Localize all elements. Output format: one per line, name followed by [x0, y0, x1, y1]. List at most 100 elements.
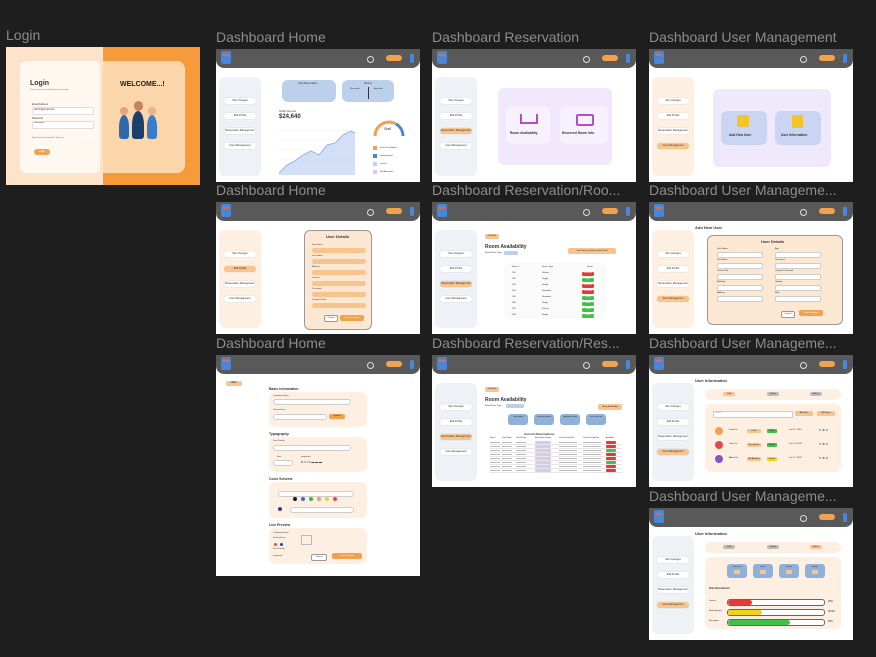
- phone-icon[interactable]: [410, 360, 414, 369]
- logout-button[interactable]: [602, 208, 618, 214]
- logout-button[interactable]: [602, 55, 618, 61]
- sidebar-item-reservation[interactable]: Reservation Management: [657, 587, 689, 593]
- sidebar-item-site-changes[interactable]: Site Changes: [440, 251, 472, 257]
- contact-input[interactable]: [312, 281, 366, 286]
- tab-admin[interactable]: Admin: [810, 545, 822, 549]
- save-changes-button[interactable]: Save Changes: [340, 315, 364, 321]
- all-roles-button[interactable]: All Roles: [795, 411, 813, 416]
- logout-button[interactable]: [602, 361, 618, 367]
- user-icon[interactable]: [583, 362, 590, 369]
- sidebar-item-reservation[interactable]: Reservation Management: [657, 128, 689, 134]
- user-icon[interactable]: [583, 56, 590, 63]
- room-type-select[interactable]: [504, 251, 518, 255]
- form-input[interactable]: [717, 262, 763, 269]
- sidebar-item-edit-profile[interactable]: Edit Profile: [657, 113, 689, 119]
- sidebar-item-edit-profile[interactable]: Edit Profile: [440, 419, 472, 425]
- logout-button[interactable]: [386, 55, 402, 61]
- sidebar-item-reservation[interactable]: Reservation Management: [224, 128, 256, 134]
- sidebar-item-reservation[interactable]: Reservation Management: [440, 281, 472, 287]
- color-swatch[interactable]: [301, 497, 305, 501]
- first-name-input[interactable]: [312, 248, 366, 253]
- sidebar-item-edit-profile[interactable]: Edit Profile: [440, 266, 472, 272]
- all-status-button[interactable]: All Status: [817, 411, 835, 416]
- cancel-button[interactable]: Cancel: [781, 311, 795, 318]
- sidebar-item-edit-profile[interactable]: Edit Profile: [440, 113, 472, 119]
- phone-icon[interactable]: [626, 54, 630, 63]
- sidebar-item-reservation[interactable]: Reservation Management: [657, 434, 689, 440]
- sidebar-item-user-management[interactable]: User Management: [224, 143, 256, 149]
- save-changes-button[interactable]: Save Changes: [332, 553, 362, 559]
- sidebar-item-site-changes[interactable]: Site Changes: [440, 404, 472, 410]
- row-actions-icon[interactable]: ✎ ⊗ ⊙: [819, 456, 828, 460]
- row-actions-icon[interactable]: ✎ ⊗ ⊙: [819, 428, 828, 432]
- logout-button[interactable]: [819, 208, 835, 214]
- sidebar-item-reservation[interactable]: Reservation Management: [440, 434, 472, 440]
- sidebar-item-site-changes[interactable]: Site Changes: [440, 98, 472, 104]
- last-name-input[interactable]: [312, 259, 366, 264]
- form-input[interactable]: [775, 262, 821, 269]
- phone-icon[interactable]: [843, 207, 847, 216]
- color-swatch[interactable]: [317, 497, 321, 501]
- color-swatch[interactable]: [293, 497, 297, 501]
- logout-button[interactable]: [819, 55, 835, 61]
- sidebar-item-edit-profile[interactable]: Edit Profile: [224, 113, 256, 119]
- sidebar-item-site-changes[interactable]: Site Changes: [224, 98, 256, 104]
- phone-icon[interactable]: [843, 360, 847, 369]
- sidebar-item-user-management[interactable]: User Management: [657, 602, 689, 608]
- color-swatch[interactable]: [309, 497, 313, 501]
- phone-icon[interactable]: [626, 207, 630, 216]
- color-swatch[interactable]: [325, 497, 329, 501]
- sidebar-item-user-management[interactable]: User Management: [440, 143, 472, 149]
- go-back-button[interactable]: Go Back: [485, 234, 499, 239]
- user-icon[interactable]: [800, 362, 807, 369]
- phone-icon[interactable]: [626, 360, 630, 369]
- favicon-input[interactable]: [273, 414, 327, 420]
- sidebar-item-site-changes[interactable]: Site Changes: [657, 404, 689, 410]
- sidebar-item-site-changes[interactable]: Site Changes: [657, 98, 689, 104]
- back-button[interactable]: Back: [226, 381, 242, 386]
- tab-staff[interactable]: Staff: [723, 392, 735, 396]
- format-toolbar[interactable]: B I U S ▬ ▬ ▬: [301, 460, 322, 464]
- tab-guests[interactable]: Guests: [767, 545, 779, 549]
- sidebar-item-site-changes[interactable]: Site Changes: [657, 557, 689, 563]
- logout-button[interactable]: [819, 514, 835, 520]
- user-icon[interactable]: [367, 362, 374, 369]
- sidebar-item-user-management[interactable]: User Management: [657, 296, 689, 302]
- color-swatch[interactable]: [333, 497, 337, 501]
- change-profile-input[interactable]: [312, 303, 366, 308]
- cancel-button[interactable]: Cancel: [324, 315, 338, 322]
- sidebar-item-site-changes[interactable]: Site Changes: [224, 251, 256, 257]
- form-input[interactable]: [717, 295, 763, 302]
- phone-icon[interactable]: [843, 513, 847, 522]
- company-input[interactable]: [273, 399, 351, 405]
- phone-icon[interactable]: [410, 54, 414, 63]
- sidebar-item-user-management[interactable]: User Management: [440, 449, 472, 455]
- user-icon[interactable]: [583, 209, 590, 216]
- sidebar-item-site-changes[interactable]: Site Changes: [657, 251, 689, 257]
- font-family-input[interactable]: [273, 445, 351, 451]
- tab-guests[interactable]: Guests: [767, 392, 779, 396]
- logout-button[interactable]: [386, 361, 402, 367]
- upload-button[interactable]: Upload: [329, 414, 345, 419]
- tab-admin[interactable]: Admin: [810, 392, 822, 396]
- user-icon[interactable]: [800, 56, 807, 63]
- sidebar-item-reservation[interactable]: Reservation Management: [224, 281, 256, 287]
- size-input[interactable]: [273, 460, 293, 466]
- cancel-button[interactable]: Cancel: [311, 554, 327, 561]
- user-icon[interactable]: [800, 209, 807, 216]
- sidebar-item-user-management[interactable]: User Management: [224, 296, 256, 302]
- user-icon[interactable]: [367, 209, 374, 216]
- form-input[interactable]: [775, 273, 821, 280]
- password-input[interactable]: [312, 292, 366, 297]
- color-input[interactable]: [278, 491, 354, 497]
- address-input[interactable]: [312, 270, 366, 275]
- search-input[interactable]: [713, 411, 793, 418]
- save-changes-button[interactable]: Save Changes: [799, 310, 823, 316]
- logout-button[interactable]: [386, 208, 402, 214]
- user-icon[interactable]: [800, 515, 807, 522]
- room-availability-button[interactable]: Room Availability: [598, 404, 622, 410]
- go-back-button[interactable]: Go Back: [485, 387, 499, 392]
- sidebar-item-user-management[interactable]: User Management: [440, 296, 472, 302]
- sidebar-item-user-management[interactable]: User Management: [657, 143, 689, 149]
- logout-button[interactable]: [819, 361, 835, 367]
